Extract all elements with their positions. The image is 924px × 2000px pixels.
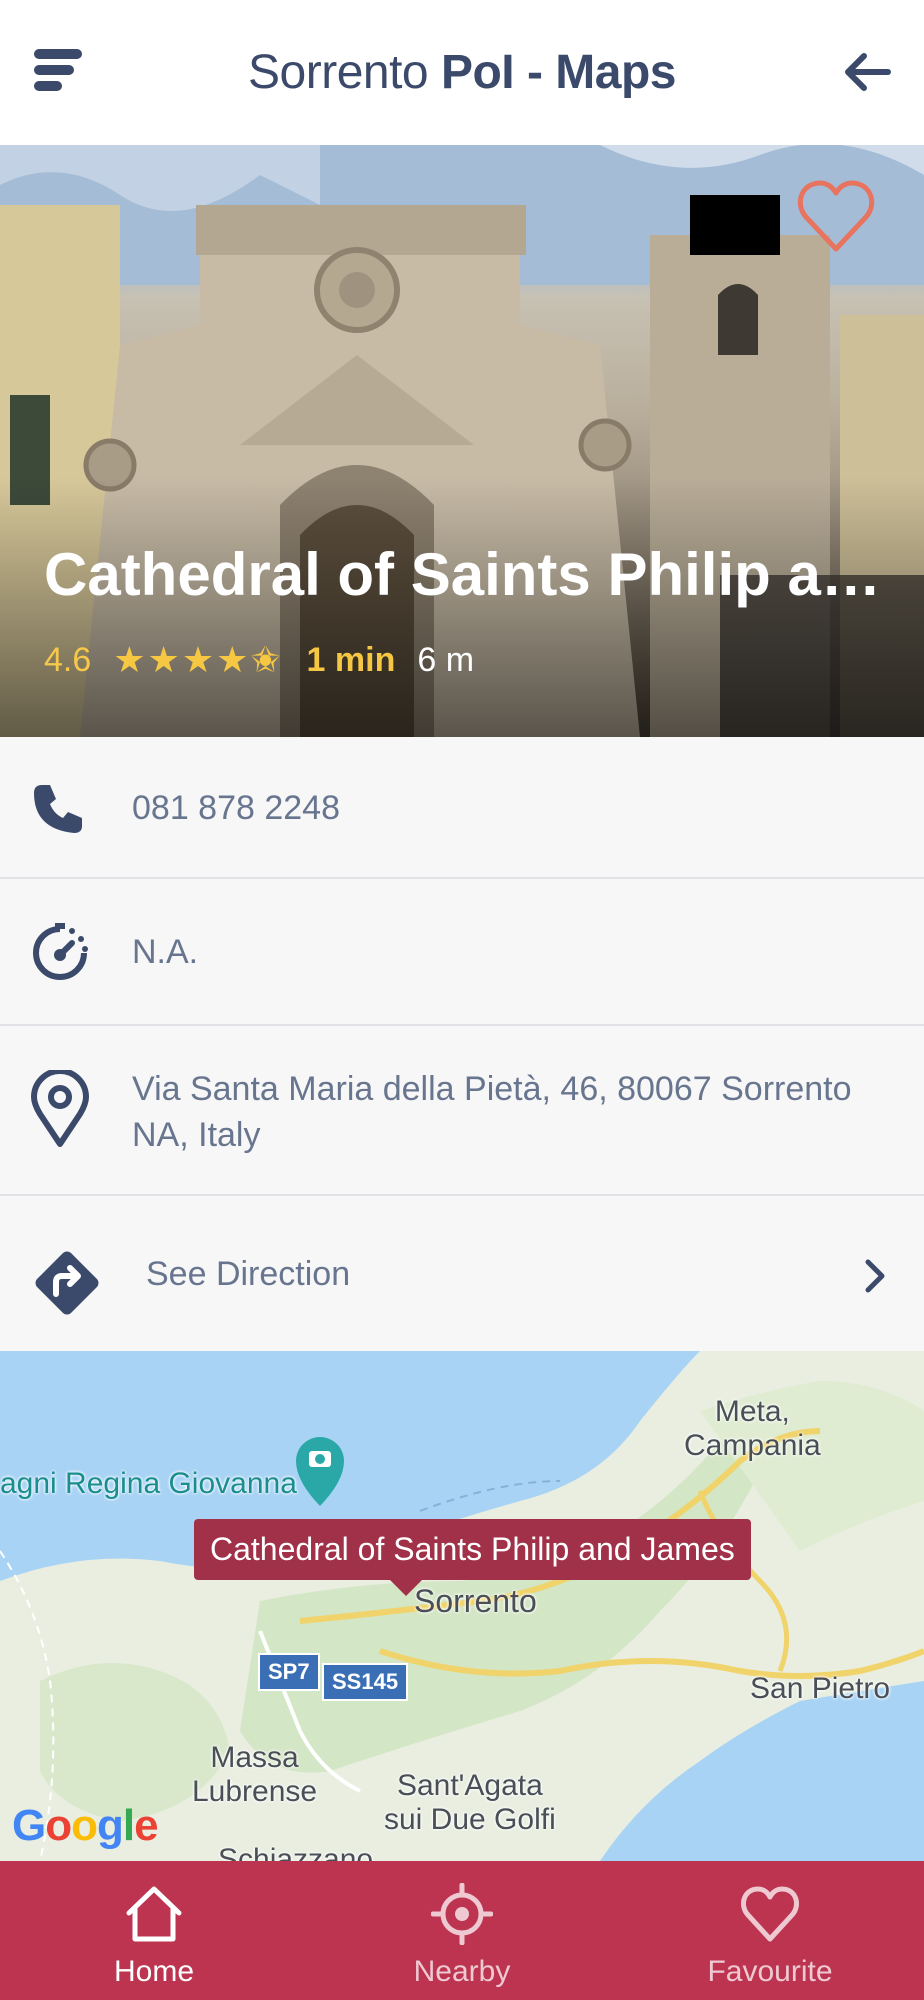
map-label-santagata: Sant'Agata sui Due Golfi <box>384 1769 556 1836</box>
crosshair-icon <box>431 1883 493 1945</box>
menu-icon[interactable] <box>30 45 86 95</box>
nav-item-home[interactable]: Home <box>0 1861 308 2000</box>
nav-label-favourite: Favourite <box>707 1955 833 1988</box>
hours-row: N.A. <box>0 879 924 1026</box>
page-title: Sorrento PoI - Maps <box>248 45 676 100</box>
route-badge-ss145: SS145 <box>322 1663 409 1701</box>
bottom-navigation: Home Nearby Favourite <box>0 1861 924 2000</box>
google-logo: Google <box>12 1801 159 1850</box>
map-label-schiazzano: Schiazzano <box>218 1843 374 1861</box>
address-text: Via Santa Maria della Pietà, 46, 80067 S… <box>132 1070 852 1154</box>
map-callout[interactable]: Cathedral of Saints Philip and James <box>194 1519 751 1596</box>
location-pin-icon <box>31 1070 89 1147</box>
chevron-right-icon <box>865 1259 885 1293</box>
travel-time: 1 min <box>306 640 396 679</box>
nav-label-nearby: Nearby <box>413 1955 511 1988</box>
top-app-bar: Sorrento PoI - Maps <box>0 0 924 145</box>
home-icon <box>126 1886 182 1942</box>
phone-number: 081 878 2248 <box>132 789 340 827</box>
favorite-heart-icon[interactable] <box>796 177 876 255</box>
route-badge-sp7: SP7 <box>258 1653 320 1691</box>
opening-hours: N.A. <box>132 933 199 971</box>
see-direction-row[interactable]: See Direction <box>0 1196 924 1351</box>
map-label-bagni: agni Regina Giovanna <box>0 1467 297 1500</box>
direction-sign-icon <box>35 1251 99 1315</box>
place-name: Cathedral of Saints Philip and Ja... <box>44 541 904 608</box>
map-label-meta: Meta, Campania <box>684 1395 821 1462</box>
app-screen: Sorrento PoI - Maps Cathedral of Saints … <box>0 0 924 2000</box>
title-regular: Sorrento <box>248 46 441 99</box>
distance: 6 m <box>417 640 475 679</box>
heart-icon <box>741 1886 799 1942</box>
nav-label-home: Home <box>113 1955 195 1988</box>
map-label-san-pietro: San Pietro <box>750 1672 891 1705</box>
rating-value: 4.6 <box>44 640 92 679</box>
address-row: Via Santa Maria della Pietà, 46, 80067 S… <box>0 1026 924 1196</box>
place-hero-image: Cathedral of Saints Philip and Ja... 4.6… <box>0 145 924 737</box>
nav-item-favourite[interactable]: Favourite <box>616 1861 924 2000</box>
map-poi-pin <box>296 1437 344 1506</box>
map-label-sorrento: Sorrento <box>414 1583 537 1619</box>
back-arrow-icon[interactable] <box>842 48 894 96</box>
phone-row[interactable]: 081 878 2248 <box>0 737 924 879</box>
nav-item-nearby[interactable]: Nearby <box>308 1861 616 2000</box>
star-rating: ★★★★✬ <box>113 639 283 680</box>
place-meta: 4.6 ★★★★✬ 1 min 6 m <box>44 638 474 682</box>
clock-icon <box>33 923 88 980</box>
map-label-massa: Massa Lubrense <box>192 1741 318 1808</box>
see-direction-label: See Direction <box>146 1255 351 1293</box>
phone-icon <box>34 785 82 833</box>
map-view[interactable]: agni Regina Giovanna Meta, Campania Sorr… <box>0 1351 924 1861</box>
title-bold: PoI - Maps <box>440 46 677 99</box>
